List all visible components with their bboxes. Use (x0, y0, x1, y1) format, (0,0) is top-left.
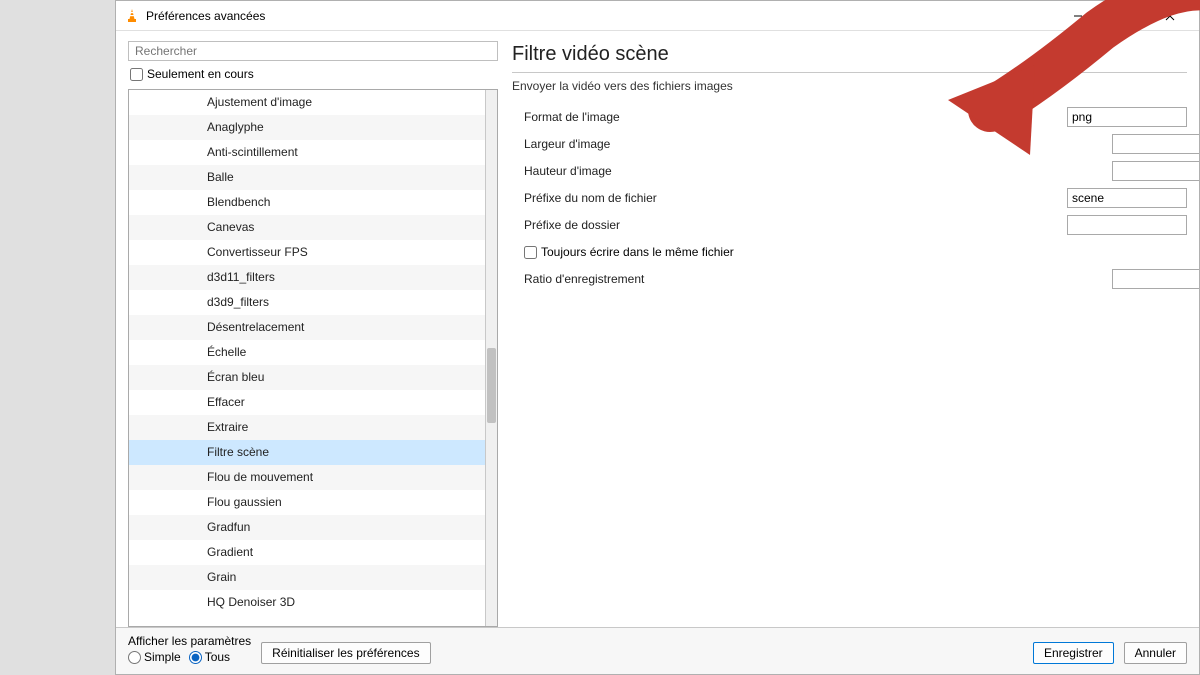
scrollbar-thumb[interactable] (487, 348, 496, 423)
close-button[interactable] (1147, 1, 1193, 31)
settings-panel: Filtre vidéo scène Envoyer la vidéo vers… (512, 41, 1187, 627)
save-button[interactable]: Enregistrer (1033, 642, 1114, 664)
tree-scrollbar[interactable] (485, 90, 497, 626)
label-folder-prefix: Préfixe de dossier (524, 218, 1067, 232)
row-image-format: Format de l'image (512, 105, 1187, 129)
input-image-height[interactable] (1112, 161, 1199, 181)
only-current-check[interactable] (130, 68, 143, 81)
tree-container: Ajustement d'imageAnaglypheAnti-scintill… (128, 89, 498, 627)
tree-item[interactable]: HQ Denoiser 3D (129, 590, 485, 615)
row-always-write[interactable]: Toujours écrire dans le même fichier (512, 240, 1187, 264)
window-title: Préférences avancées (146, 9, 1055, 23)
input-recording-ratio[interactable] (1112, 269, 1199, 289)
radio-simple-label[interactable]: Simple (128, 650, 181, 664)
sidebar: Seulement en cours Ajustement d'imageAna… (128, 41, 498, 627)
spin-image-width[interactable]: ▲▼ (1112, 134, 1187, 154)
radio-simple[interactable] (128, 651, 141, 664)
tree-item[interactable]: Convertisseur FPS (129, 240, 485, 265)
window-controls (1055, 1, 1193, 31)
tree-item[interactable]: Blendbench (129, 190, 485, 215)
label-image-height: Hauteur d'image (524, 164, 1112, 178)
tree-item[interactable]: Grain (129, 565, 485, 590)
reset-button[interactable]: Réinitialiser les préférences (261, 642, 430, 664)
only-current-checkbox[interactable]: Seulement en cours (128, 65, 498, 85)
tree-item[interactable]: Flou de mouvement (129, 465, 485, 490)
tree-item[interactable]: Anaglyphe (129, 115, 485, 140)
tree-item[interactable]: d3d11_filters (129, 265, 485, 290)
tree-item[interactable]: Filtre scène (129, 440, 485, 465)
spin-image-height[interactable]: ▲▼ (1112, 161, 1187, 181)
cancel-button[interactable]: Annuler (1124, 642, 1187, 664)
label-recording-ratio: Ratio d'enregistrement (524, 272, 1112, 286)
tree-item[interactable]: Gradfun (129, 515, 485, 540)
body-area: Seulement en cours Ajustement d'imageAna… (116, 31, 1199, 627)
vlc-cone-icon (124, 8, 140, 24)
tree-item[interactable]: Échelle (129, 340, 485, 365)
tree-item[interactable]: Anti-scintillement (129, 140, 485, 165)
radio-all-label[interactable]: Tous (189, 650, 230, 664)
only-current-label: Seulement en cours (147, 67, 254, 81)
input-image-format[interactable] (1067, 107, 1187, 127)
row-image-width: Largeur d'image ▲▼ (512, 132, 1187, 156)
row-filename-prefix: Préfixe du nom de fichier (512, 186, 1187, 210)
label-filename-prefix: Préfixe du nom de fichier (524, 191, 1067, 205)
row-recording-ratio: Ratio d'enregistrement ▲▼ (512, 267, 1187, 291)
radio-all[interactable] (189, 651, 202, 664)
row-image-height: Hauteur d'image ▲▼ (512, 159, 1187, 183)
preferences-window: Préférences avancées Seulement en cours … (115, 0, 1200, 675)
maximize-button[interactable] (1101, 1, 1147, 31)
tree-list[interactable]: Ajustement d'imageAnaglypheAnti-scintill… (129, 90, 485, 626)
show-params-group: Afficher les paramètres Simple Tous (128, 634, 251, 664)
spin-recording-ratio[interactable]: ▲▼ (1112, 269, 1187, 289)
footer: Afficher les paramètres Simple Tous Réin… (116, 627, 1199, 674)
titlebar: Préférences avancées (116, 1, 1199, 31)
minimize-button[interactable] (1055, 1, 1101, 31)
input-image-width[interactable] (1112, 134, 1199, 154)
tree-item[interactable]: Gradient (129, 540, 485, 565)
row-folder-prefix: Préfixe de dossier (512, 213, 1187, 237)
checkbox-always-write[interactable] (524, 246, 537, 259)
tree-item[interactable]: Désentrelacement (129, 315, 485, 340)
input-filename-prefix[interactable] (1067, 188, 1187, 208)
tree-item[interactable]: Ajustement d'image (129, 90, 485, 115)
show-params-caption: Afficher les paramètres (128, 634, 251, 648)
tree-item[interactable]: d3d9_filters (129, 290, 485, 315)
label-image-format: Format de l'image (524, 110, 1067, 124)
panel-subtitle: Envoyer la vidéo vers des fichiers image… (512, 79, 1187, 105)
tree-item[interactable]: Canevas (129, 215, 485, 240)
panel-title: Filtre vidéo scène (512, 43, 1187, 72)
tree-item[interactable]: Effacer (129, 390, 485, 415)
search-input[interactable] (128, 41, 498, 61)
tree-item[interactable]: Balle (129, 165, 485, 190)
panel-divider (512, 72, 1187, 73)
label-always-write: Toujours écrire dans le même fichier (541, 245, 734, 259)
input-folder-prefix[interactable] (1067, 215, 1187, 235)
label-image-width: Largeur d'image (524, 137, 1112, 151)
tree-item[interactable]: Flou gaussien (129, 490, 485, 515)
tree-item[interactable]: Écran bleu (129, 365, 485, 390)
tree-item[interactable]: Extraire (129, 415, 485, 440)
